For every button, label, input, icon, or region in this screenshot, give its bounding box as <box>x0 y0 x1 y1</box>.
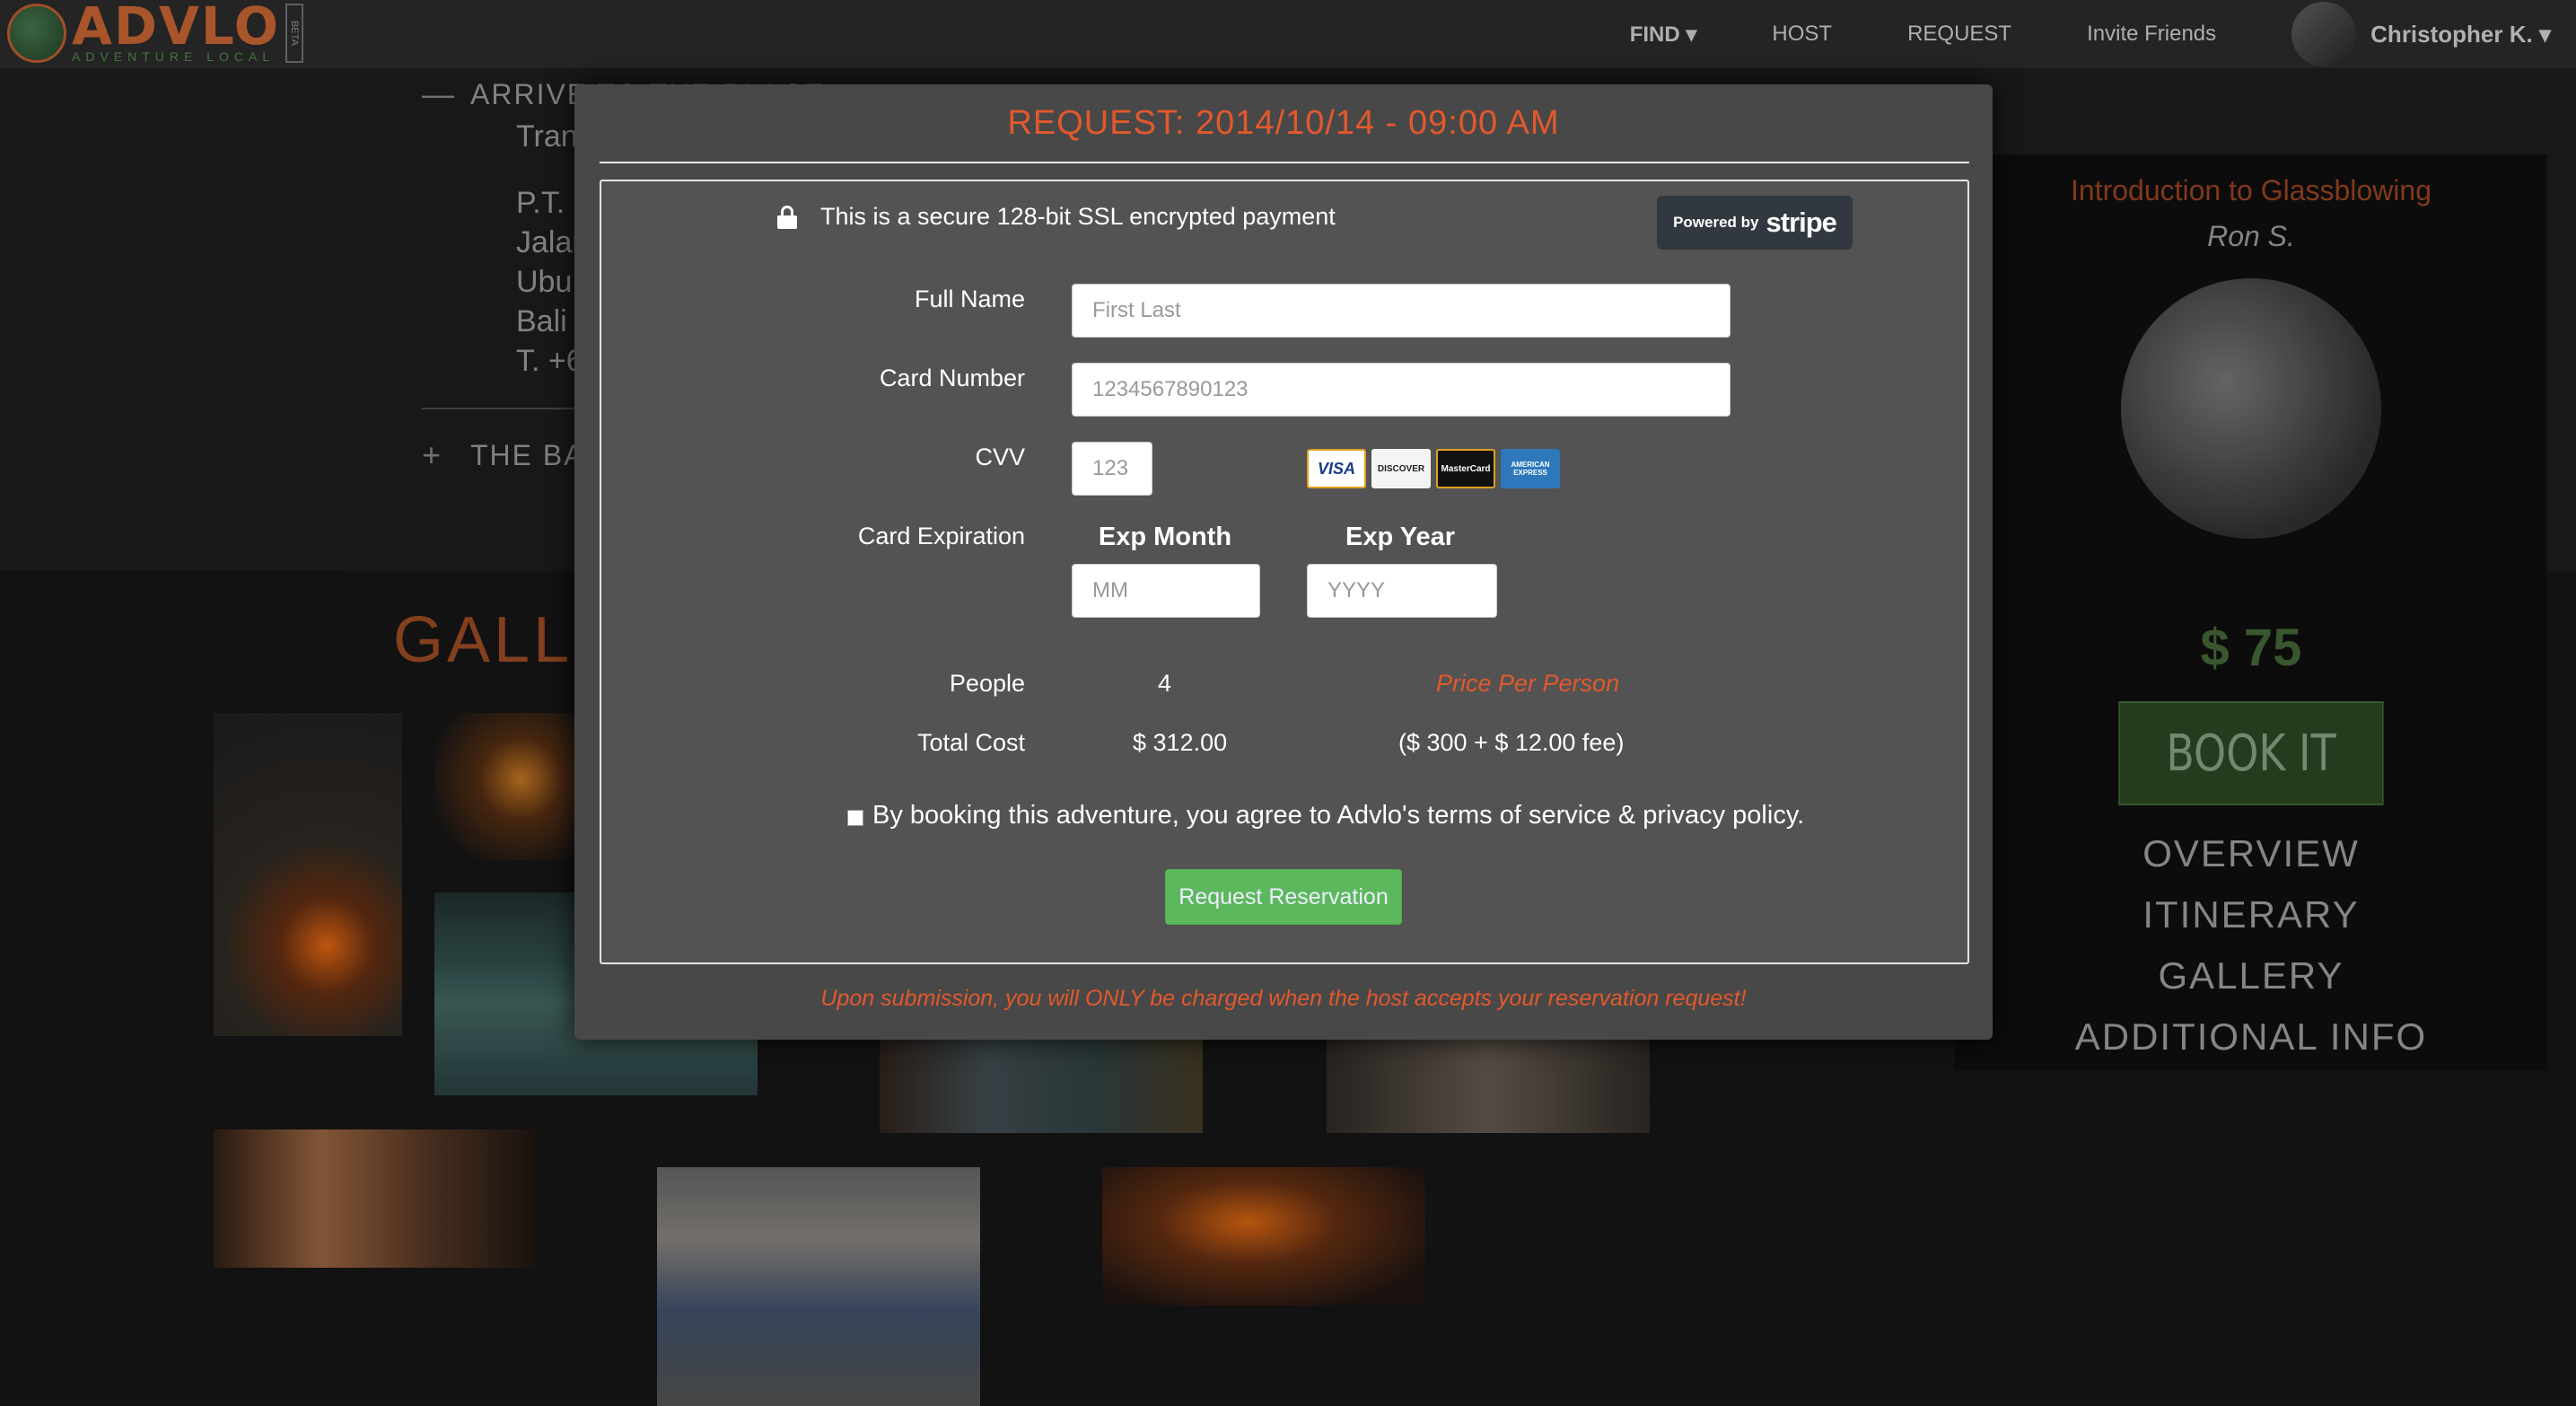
people-label: People <box>949 670 1025 697</box>
exp-month-input[interactable]: MM <box>1072 564 1260 618</box>
secure-text: This is a secure 128-bit SSL encrypted p… <box>820 203 1336 230</box>
discover-icon: DISCOVER <box>1371 449 1431 488</box>
people-value: 4 <box>1158 670 1172 697</box>
reservation-modal: REQUEST: 2014/10/14 - 09:00 AM This is a… <box>574 84 1993 1040</box>
full-name-label: Full Name <box>914 286 1025 312</box>
exp-year-heading: Exp Year <box>1345 523 1455 551</box>
visa-icon: VISA <box>1307 449 1366 488</box>
stripe-powered-text: Powered by <box>1673 214 1759 231</box>
total-cost-breakdown: ($ 300 + $ 12.00 fee) <box>1398 729 1625 756</box>
request-reservation-button[interactable]: Request Reservation <box>1165 869 1402 925</box>
exp-year-input[interactable]: YYYY <box>1307 564 1497 618</box>
exp-month-heading: Exp Month <box>1098 523 1232 551</box>
card-number-input[interactable]: 1234567890123 <box>1072 363 1730 417</box>
cvv-input[interactable]: 123 <box>1072 442 1152 496</box>
terms-checkbox[interactable] <box>847 809 863 826</box>
card-expiration-label: Card Expiration <box>857 523 1025 549</box>
cvv-label: CVV <box>975 444 1025 470</box>
price-per-person: Price Per Person <box>1436 670 1620 697</box>
total-cost-value: $ 312.00 <box>1133 729 1228 756</box>
terms-text[interactable]: By booking this adventure, you agree to … <box>872 801 1804 830</box>
divider <box>600 162 1969 163</box>
secure-notice: This is a secure 128-bit SSL encrypted p… <box>777 203 1336 231</box>
terms-agreement: By booking this adventure, you agree to … <box>847 801 1804 830</box>
amex-icon: AMERICAN EXPRESS <box>1501 449 1560 488</box>
mastercard-icon: MasterCard <box>1436 449 1495 488</box>
card-number-label: Card Number <box>879 365 1025 391</box>
card-logos: VISA DISCOVER MasterCard AMERICAN EXPRES… <box>1307 449 1565 488</box>
stripe-logo: stripe <box>1766 207 1837 238</box>
total-cost-label: Total Cost <box>916 729 1025 756</box>
modal-title: REQUEST: 2014/10/14 - 09:00 AM <box>1007 104 1560 142</box>
charge-notice: Upon submission, you will ONLY be charge… <box>820 986 1747 1011</box>
payment-form: This is a secure 128-bit SSL encrypted p… <box>600 180 1969 964</box>
stripe-badge[interactable]: Powered by stripe <box>1657 196 1853 250</box>
lock-icon <box>777 205 797 229</box>
full-name-input[interactable]: First Last <box>1072 284 1730 338</box>
